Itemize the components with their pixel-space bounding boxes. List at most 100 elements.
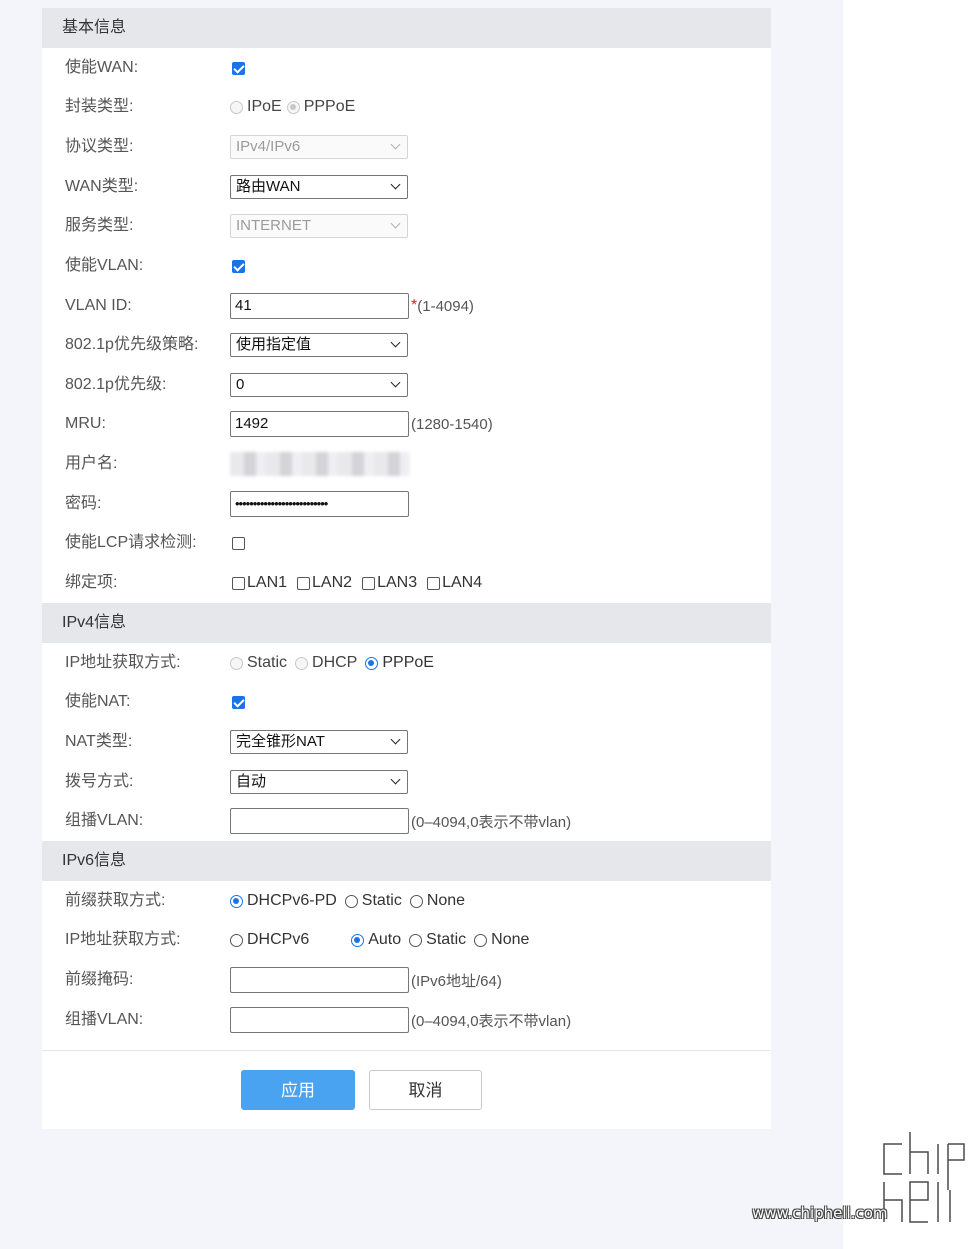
bind-lan3-checkbox[interactable] xyxy=(362,576,376,590)
chevron-down-icon xyxy=(390,734,401,745)
nat-type-select[interactable]: 完全锥形NAT xyxy=(230,730,408,754)
chevron-down-icon xyxy=(390,337,401,348)
bind-lan2-option[interactable]: LAN2 xyxy=(295,574,352,592)
enable-vlan-checkbox[interactable] xyxy=(232,259,245,273)
ipv6-none-option[interactable]: None xyxy=(474,931,529,949)
section-basic-header: 基本信息 xyxy=(42,8,771,48)
enable-nat-checkbox[interactable] xyxy=(232,695,245,709)
enable-nat-label: 使能NAT: xyxy=(65,693,131,710)
encap-ipoe-option[interactable]: IPoE xyxy=(230,98,282,116)
ipv6-none-radio[interactable] xyxy=(474,933,488,947)
dial-mode-select[interactable]: 自动 xyxy=(230,770,408,794)
ipv6-static-radio[interactable] xyxy=(409,933,423,947)
prefix-static-radio[interactable] xyxy=(344,894,358,908)
row-enable-vlan: 使能VLAN: xyxy=(42,248,771,284)
lcp-detect-checkbox[interactable] xyxy=(232,536,245,550)
ipv4-mcast-vlan-input[interactable] xyxy=(230,808,409,834)
service-type-label: 服务类型: xyxy=(65,217,134,234)
bind-lan3-option[interactable]: LAN3 xyxy=(360,574,417,592)
8021p-priority-select[interactable]: 0 xyxy=(230,373,408,397)
username-input-redacted[interactable] xyxy=(230,452,410,476)
prefix-dhcpv6pd-option[interactable]: DHCPv6-PD xyxy=(230,892,337,910)
ipv6-mcast-vlan-input[interactable] xyxy=(230,1007,409,1033)
bind-lan4-checkbox[interactable] xyxy=(427,576,441,590)
8021p-policy-label: 802.1p优先级策略: xyxy=(65,336,199,353)
encap-pppoe-option[interactable]: PPPoE xyxy=(286,98,355,116)
row-vlan-id: VLAN ID: 41 * (1-4094) xyxy=(42,288,771,324)
bind-lan2-checkbox[interactable] xyxy=(297,576,311,590)
ipv6-auto-radio[interactable] xyxy=(351,933,365,947)
enable-wan-checkbox[interactable] xyxy=(232,61,245,75)
protocol-type-label: 协议类型: xyxy=(65,138,134,155)
protocol-type-select[interactable]: IPv4/IPv6 xyxy=(230,135,408,159)
cancel-button[interactable]: 取消 xyxy=(369,1070,482,1110)
wan-type-select[interactable]: 路由WAN xyxy=(230,175,408,199)
footer-divider xyxy=(42,1050,771,1051)
lcp-detect-label: 使能LCP请求检测: xyxy=(65,534,197,551)
row-enable-wan: 使能WAN: xyxy=(42,50,771,86)
ipv6-auto-option[interactable]: Auto xyxy=(351,931,401,949)
chiphell-watermark: www.chiphell.com xyxy=(752,1130,972,1230)
ipv4-static-radio[interactable] xyxy=(230,656,243,670)
prefix-mask-label: 前缀掩码: xyxy=(65,971,134,988)
prefix-none-option[interactable]: None xyxy=(409,892,465,910)
bind-lan1-checkbox[interactable] xyxy=(232,576,245,590)
nat-type-label: NAT类型: xyxy=(65,733,133,750)
row-ipv4-ip-mode: IP地址获取方式: Static DHCP PPPoE xyxy=(42,645,771,681)
row-lcp-detect: 使能LCP请求检测: xyxy=(42,525,771,561)
row-prefix-mode: 前缀获取方式: DHCPv6-PD Static None xyxy=(42,883,771,919)
row-mru: MRU: 1492 (1280-1540) xyxy=(42,406,771,442)
chevron-down-icon xyxy=(390,774,401,785)
mru-label: MRU: xyxy=(65,415,106,432)
row-enable-nat: 使能NAT: xyxy=(42,684,771,720)
vlan-id-hint: (1-4094) xyxy=(417,297,474,315)
row-8021p-policy: 802.1p优先级策略: 使用指定值 xyxy=(42,327,771,363)
ipv6-dhcpv6-option[interactable]: DHCPv6 xyxy=(230,931,309,949)
row-dial-mode: 拨号方式: 自动 xyxy=(42,764,771,800)
mru-hint: (1280-1540) xyxy=(411,415,493,433)
encap-ipoe-radio[interactable] xyxy=(230,100,243,114)
prefix-dhcpv6pd-radio[interactable] xyxy=(230,894,243,908)
ipv6-static-option[interactable]: Static xyxy=(409,931,466,949)
chevron-down-icon xyxy=(390,377,401,388)
bind-lan-label: 绑定项: xyxy=(65,574,118,591)
apply-button[interactable]: 应用 xyxy=(241,1070,355,1110)
chevron-down-icon xyxy=(390,218,401,229)
ipv4-dhcp-radio[interactable] xyxy=(295,656,309,670)
ipv4-dhcp-option[interactable]: DHCP xyxy=(295,654,357,672)
prefix-mask-input[interactable] xyxy=(230,967,409,993)
service-type-select[interactable]: INTERNET xyxy=(230,214,408,238)
enable-wan-label: 使能WAN: xyxy=(65,59,139,76)
username-label: 用户名: xyxy=(65,455,118,472)
row-ipv6-ip-mode: IP地址获取方式: DHCPv6 Auto Static None xyxy=(42,922,771,958)
8021p-policy-select[interactable]: 使用指定值 xyxy=(230,333,408,357)
chevron-down-icon xyxy=(390,139,401,150)
bind-lan4-option[interactable]: LAN4 xyxy=(425,574,482,592)
ipv4-pppoe-option[interactable]: PPPoE xyxy=(365,654,434,672)
bind-lan1-option[interactable]: LAN1 xyxy=(230,574,287,592)
vlan-id-input[interactable]: 41 xyxy=(230,293,409,319)
row-nat-type: NAT类型: 完全锥形NAT xyxy=(42,724,771,760)
mru-input[interactable]: 1492 xyxy=(230,411,409,437)
vlan-id-label: VLAN ID: xyxy=(65,297,132,314)
ipv6-dhcpv6-radio[interactable] xyxy=(230,933,243,947)
prefix-mode-label: 前缀获取方式: xyxy=(65,892,166,909)
row-bind-lan: 绑定项: LAN1 LAN2 LAN3 LAN4 xyxy=(42,565,771,601)
row-service-type: 服务类型: INTERNET xyxy=(42,208,771,244)
prefix-none-radio[interactable] xyxy=(409,894,423,908)
ipv6-ip-mode-label: IP地址获取方式: xyxy=(65,931,181,948)
enable-vlan-label: 使能VLAN: xyxy=(65,257,144,274)
ipv4-static-option[interactable]: Static xyxy=(230,654,287,672)
prefix-mask-hint: (IPv6地址/64) xyxy=(411,972,502,990)
prefix-static-option[interactable]: Static xyxy=(344,892,402,910)
section-ipv4-header: IPv4信息 xyxy=(42,603,771,643)
password-label: 密码: xyxy=(65,495,102,512)
password-input[interactable]: •••••••••••••••••••••••••• xyxy=(230,491,409,517)
row-prefix-mask: 前缀掩码: (IPv6地址/64) xyxy=(42,962,771,998)
right-blank-pane xyxy=(843,0,980,1249)
ipv4-pppoe-radio[interactable] xyxy=(365,656,379,670)
watermark-url: www.chiphell.com xyxy=(752,1204,888,1222)
encap-pppoe-radio[interactable] xyxy=(286,100,300,114)
ipv4-ip-mode-label: IP地址获取方式: xyxy=(65,654,181,671)
ipv4-mcast-vlan-hint: (0–4094,0表示不带vlan) xyxy=(411,813,572,831)
